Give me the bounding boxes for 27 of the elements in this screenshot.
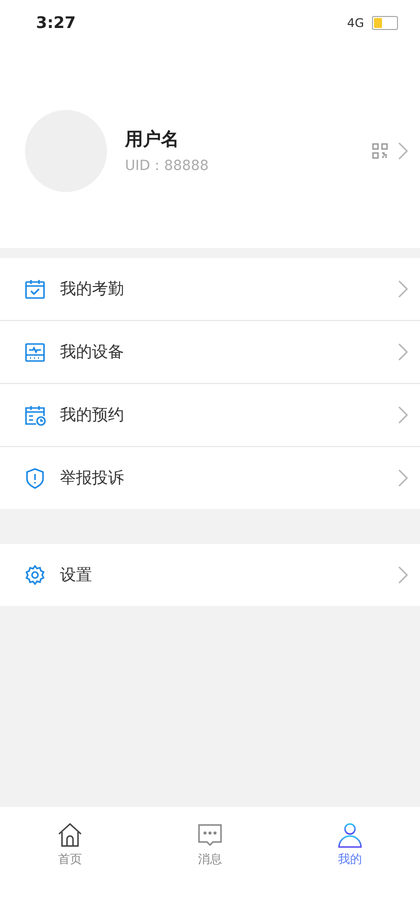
chevron-right-icon [398,406,408,424]
tab[interactable]: 首页 [0,821,140,909]
chevron-right-icon [398,566,408,584]
calendar-check-icon [24,278,46,300]
menu-item[interactable]: 设置 [0,544,420,606]
home-icon [56,821,84,849]
qr-code-icon[interactable] [372,142,388,158]
chevron-right-icon [398,469,408,487]
monitor-pulse-icon [24,341,46,363]
menu-item[interactable]: 我的预约 [0,384,420,447]
chevron-right-icon [398,343,408,361]
status-time: 3:27 [36,13,76,32]
chevron-right-icon [398,280,408,298]
person-icon [336,821,364,849]
settings-icon [24,564,46,586]
chevron-right-icon [398,142,408,160]
calendar-clock-icon [24,404,46,426]
user-name: 用户名 [125,128,180,150]
tab[interactable]: 消息 [140,821,280,909]
network-label: 4G [347,16,364,30]
user-id: UID：88888 [125,156,210,174]
shield-alert-icon [24,467,46,489]
menu-item[interactable]: 我的设备 [0,321,420,384]
menu-item[interactable]: 举报投诉 [0,447,420,509]
menu-item[interactable]: 我的考勤 [0,258,420,321]
battery-icon [372,16,398,30]
tab[interactable]: 我的 [280,821,420,909]
